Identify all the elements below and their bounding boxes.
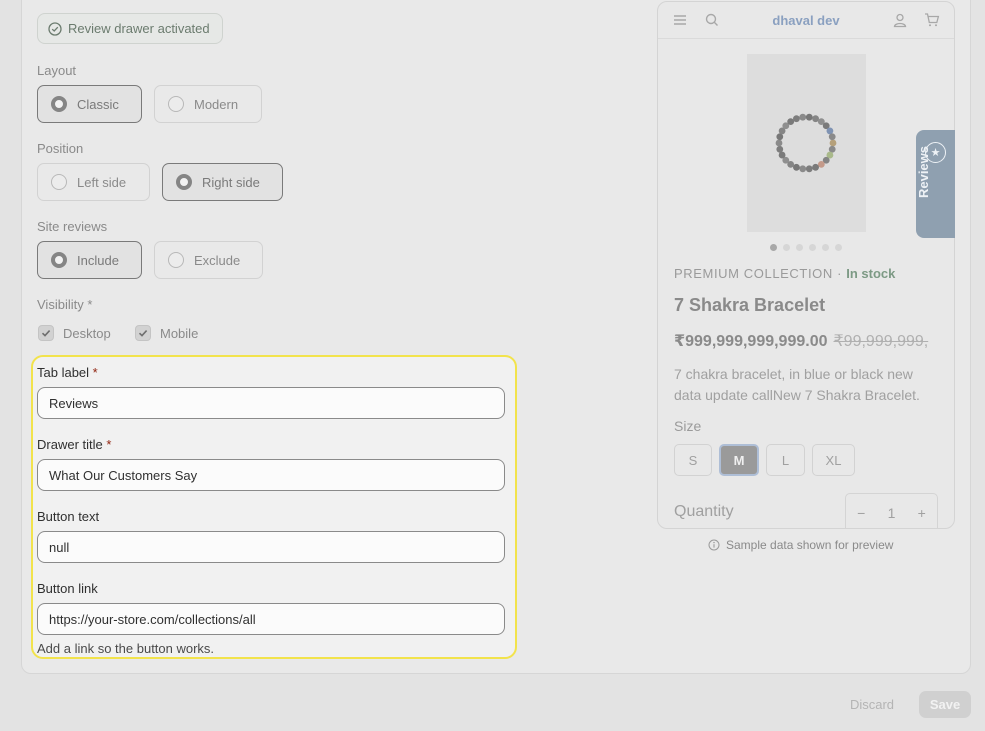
- quantity-stepper: − 1 +: [845, 493, 938, 528]
- site-reviews-label: Site reviews: [37, 219, 108, 234]
- stock-status: In stock: [846, 266, 896, 281]
- carousel-dot[interactable]: [822, 244, 829, 251]
- reviews-tab[interactable]: ★ Reviews: [916, 130, 955, 238]
- compare-price: ₹99,999,999,: [833, 333, 929, 350]
- button-link-input[interactable]: https://your-store.com/collections/all: [37, 603, 505, 635]
- radio-selected-icon: [176, 174, 192, 190]
- cart-icon: [925, 13, 940, 27]
- tab-label-label: Tab label *: [37, 365, 98, 380]
- bracelet-image: [775, 113, 837, 173]
- position-option-label: Right side: [202, 174, 260, 190]
- meta-separator: ·: [837, 266, 843, 281]
- product-image: [747, 54, 866, 232]
- sample-note-text: Sample data shown for preview: [726, 538, 894, 552]
- preview-header: dhaval dev: [658, 2, 954, 39]
- carousel-dot[interactable]: [770, 244, 777, 251]
- status-badge: Review drawer activated: [37, 13, 223, 44]
- visibility-label: Visibility *: [37, 297, 93, 312]
- product-title: 7 Shakra Bracelet: [674, 295, 826, 315]
- storefront-preview: dhaval dev PREMIUM COLLECTION · In stock…: [657, 1, 955, 529]
- drawer-title-input[interactable]: What Our Customers Say: [37, 459, 505, 491]
- visibility-mobile-checkbox[interactable]: Mobile: [135, 325, 198, 341]
- collection-name: PREMIUM COLLECTION: [674, 266, 833, 281]
- account-icon: [893, 13, 907, 28]
- radio-icon: [168, 252, 184, 268]
- sale-price: ₹999,999,999,999.00: [674, 333, 828, 350]
- site-reviews-option-include[interactable]: Include: [37, 241, 142, 279]
- layout-option-classic[interactable]: Classic: [37, 85, 142, 123]
- button-link-help-text: Add a link so the button works.: [37, 641, 215, 656]
- layout-option-modern[interactable]: Modern: [154, 85, 262, 123]
- radio-selected-icon: [51, 252, 67, 268]
- site-reviews-option-label: Exclude: [194, 252, 241, 268]
- layout-option-label: Modern: [194, 96, 239, 112]
- tab-label-input[interactable]: Reviews: [37, 387, 505, 419]
- size-option-m[interactable]: M: [719, 444, 759, 476]
- site-reviews-option-exclude[interactable]: Exclude: [154, 241, 263, 279]
- check-circle-icon: [48, 21, 62, 36]
- position-label: Position: [37, 141, 84, 156]
- position-option-label: Left side: [77, 174, 127, 190]
- carousel-dot[interactable]: [809, 244, 816, 251]
- field-label-text: Drawer title: [37, 437, 103, 452]
- button-text-input[interactable]: null: [37, 531, 505, 563]
- carousel-dot[interactable]: [783, 244, 790, 251]
- quantity-value: 1: [887, 505, 896, 521]
- carousel-dot[interactable]: [796, 244, 803, 251]
- size-label: Size: [674, 418, 702, 434]
- checkbox-label: Desktop: [63, 325, 111, 341]
- position-option-right[interactable]: Right side: [162, 163, 283, 201]
- required-mark: *: [92, 365, 98, 380]
- quantity-label: Quantity: [674, 503, 734, 520]
- visibility-desktop-checkbox[interactable]: Desktop: [38, 325, 111, 341]
- quantity-increase-button[interactable]: +: [918, 505, 926, 521]
- radio-selected-icon: [51, 96, 67, 112]
- position-option-left[interactable]: Left side: [37, 163, 150, 201]
- checkbox-checked-icon: [38, 325, 54, 341]
- discard-button[interactable]: Discard: [838, 691, 906, 718]
- quantity-decrease-button[interactable]: −: [857, 505, 865, 521]
- button-link-label: Button link: [37, 581, 98, 596]
- site-reviews-option-label: Include: [77, 252, 119, 268]
- preview-brand: dhaval dev: [772, 13, 840, 28]
- layout-label: Layout: [37, 63, 77, 78]
- size-option-l[interactable]: L: [766, 444, 805, 476]
- radio-icon: [168, 96, 184, 112]
- info-icon: [708, 539, 720, 551]
- size-option-s[interactable]: S: [674, 444, 712, 476]
- button-text-label: Button text: [37, 509, 100, 524]
- size-option-xl[interactable]: XL: [812, 444, 855, 476]
- product-price: ₹999,999,999,999.00 ₹99,999,999,: [674, 331, 928, 351]
- field-label-text: Tab label: [37, 365, 90, 380]
- save-button[interactable]: Save: [919, 691, 971, 718]
- reviews-tab-label: Reviews: [916, 145, 931, 199]
- product-description: 7 chakra bracelet, in blue or black new …: [674, 366, 920, 403]
- status-badge-text: Review drawer activated: [68, 21, 210, 36]
- drawer-title-label: Drawer title *: [37, 437, 111, 452]
- layout-option-label: Classic: [77, 96, 119, 112]
- image-carousel-dots[interactable]: [770, 244, 842, 251]
- required-mark: *: [106, 437, 112, 452]
- radio-icon: [51, 174, 67, 190]
- sample-data-note: Sample data shown for preview: [708, 538, 893, 552]
- checkbox-label: Mobile: [160, 325, 199, 341]
- checkbox-checked-icon: [135, 325, 151, 341]
- carousel-dot[interactable]: [835, 244, 842, 251]
- product-meta: PREMIUM COLLECTION · In stock: [674, 266, 895, 281]
